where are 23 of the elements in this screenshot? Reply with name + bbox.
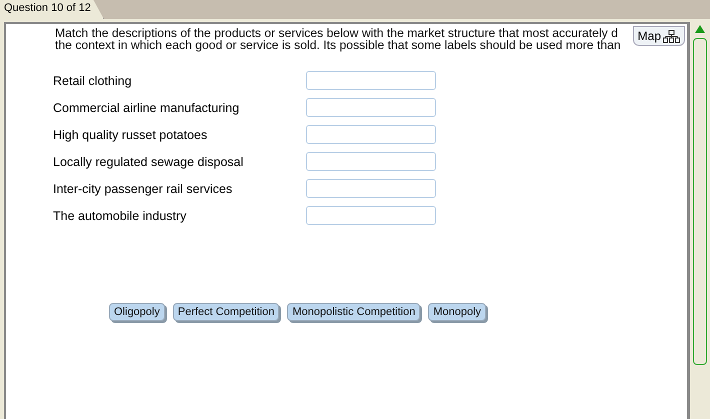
answer-box[interactable]	[306, 71, 436, 90]
item-label: The automobile industry	[52, 208, 188, 222]
scrollbar-thumb[interactable]	[693, 38, 707, 365]
answer-box[interactable]	[306, 152, 436, 171]
question-tab[interactable]: Question 10 of 12	[0, 0, 104, 19]
map-button[interactable]: Map	[632, 26, 685, 46]
answer-chip[interactable]: Monopoly	[428, 303, 486, 321]
answer-box[interactable]	[306, 98, 436, 117]
item-label: High quality russet potatoes	[52, 128, 208, 142]
answer-chip[interactable]: Perfect Competition	[172, 303, 280, 321]
instruction-text: Match the descriptions of the products or services below with the market structure that most accurately d	[55, 27, 618, 39]
answer-chip[interactable]: Monopolistic Competition	[287, 303, 420, 321]
item-label: Retail clothing	[52, 74, 133, 88]
answer-box[interactable]	[306, 179, 436, 198]
scroll-up-icon[interactable]	[695, 25, 705, 33]
answer-box[interactable]	[306, 206, 436, 225]
item-label: Inter-city passenger rail services	[52, 182, 234, 196]
instruction-text: the context in which each good or service is sold. Its possible that some labels should be used more than	[55, 39, 621, 51]
hierarchy-icon	[663, 30, 680, 42]
item-label: Locally regulated sewage disposal	[52, 154, 244, 168]
answer-chip[interactable]: Oligopoly	[109, 303, 165, 321]
item-label: Commercial airline manufacturing	[52, 100, 240, 114]
answer-box[interactable]	[306, 125, 436, 144]
